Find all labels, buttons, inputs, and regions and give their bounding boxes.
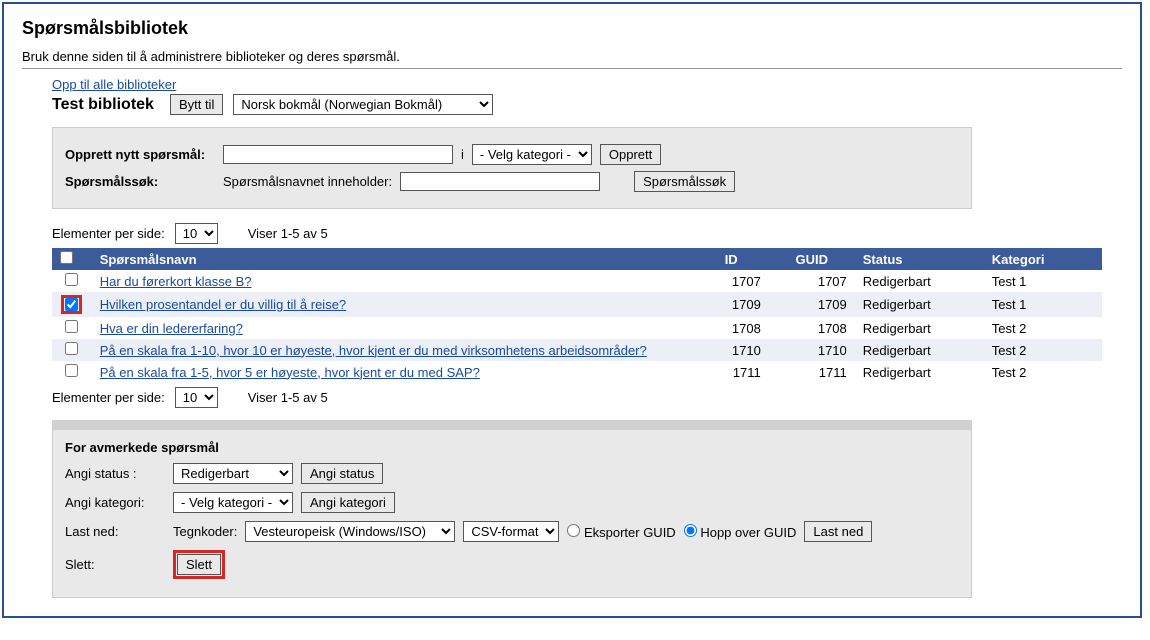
question-link[interactable]: Hva er din ledererfaring?	[100, 321, 243, 336]
row-status: Redigerbart	[855, 339, 984, 361]
language-select[interactable]: Norsk bokmål (Norwegian Bokmål)	[233, 94, 493, 115]
row-category: Test 1	[984, 292, 1102, 317]
page-subtitle: Bruk denne siden til å administrere bibl…	[22, 49, 1122, 64]
table-row: Har du førerkort klasse B?17071707Redige…	[52, 270, 1102, 292]
search-button[interactable]: Spørsmålssøk	[634, 171, 735, 192]
header-guid: GUID	[769, 248, 855, 270]
row-guid: 1709	[769, 292, 855, 317]
showing-bottom: Viser 1-5 av 5	[248, 390, 328, 405]
encoding-label: Tegnkoder:	[173, 524, 237, 539]
export-guid-option[interactable]: Eksporter GUID	[567, 524, 675, 540]
create-label: Opprett nytt spørsmål:	[65, 147, 215, 162]
row-id: 1711	[694, 361, 769, 383]
set-category-button[interactable]: Angi kategori	[301, 492, 395, 513]
row-category: Test 2	[984, 361, 1102, 383]
status-row-label: Angi status :	[65, 466, 165, 481]
format-select[interactable]: CSV-format	[463, 521, 559, 542]
row-guid: 1708	[769, 317, 855, 339]
per-page-label-top: Elementer per side:	[52, 226, 165, 241]
bulk-actions-header: For avmerkede spørsmål	[65, 440, 959, 455]
questions-table: Spørsmålsnavn ID GUID Status Kategori Ha…	[52, 248, 1102, 383]
export-guid-radio[interactable]	[567, 524, 580, 537]
row-category: Test 2	[984, 317, 1102, 339]
per-page-select-bottom[interactable]: 10	[175, 387, 218, 408]
row-category: Test 2	[984, 339, 1102, 361]
row-id: 1708	[694, 317, 769, 339]
row-id: 1709	[694, 292, 769, 317]
up-to-libraries-link[interactable]: Opp til alle biblioteker	[52, 77, 176, 92]
question-link[interactable]: Har du førerkort klasse B?	[100, 274, 252, 289]
set-status-button[interactable]: Angi status	[301, 463, 383, 484]
download-button[interactable]: Last ned	[804, 521, 872, 542]
row-status: Redigerbart	[855, 361, 984, 383]
switch-language-button[interactable]: Bytt til	[170, 94, 223, 115]
download-row-label: Last ned:	[65, 524, 165, 539]
row-guid: 1711	[769, 361, 855, 383]
search-contains-label: Spørsmålsnavnet inneholder:	[223, 174, 392, 189]
question-link[interactable]: På en skala fra 1-5, hvor 5 er høyeste, …	[100, 365, 480, 380]
search-input[interactable]	[400, 172, 600, 191]
skip-guid-option[interactable]: Hopp over GUID	[684, 524, 797, 540]
row-status: Redigerbart	[855, 270, 984, 292]
page-title: Spørsmålsbibliotek	[22, 18, 1122, 39]
skip-guid-label: Hopp over GUID	[700, 525, 796, 540]
delete-button[interactable]: Slett	[177, 554, 221, 575]
row-status: Redigerbart	[855, 292, 984, 317]
select-all-checkbox[interactable]	[60, 251, 73, 264]
category-select[interactable]: - Velg kategori -	[173, 492, 293, 513]
category-row-label: Angi kategori:	[65, 495, 165, 510]
per-page-label-bottom: Elementer per side:	[52, 390, 165, 405]
skip-guid-radio[interactable]	[684, 524, 697, 537]
row-guid: 1707	[769, 270, 855, 292]
header-name: Spørsmålsnavn	[92, 248, 694, 270]
row-guid: 1710	[769, 339, 855, 361]
search-label: Spørsmålssøk:	[65, 174, 215, 189]
row-status: Redigerbart	[855, 317, 984, 339]
export-guid-label: Eksporter GUID	[584, 525, 676, 540]
showing-top: Viser 1-5 av 5	[248, 226, 328, 241]
table-row: På en skala fra 1-5, hvor 5 er høyeste, …	[52, 361, 1102, 383]
bulk-actions-panel: For avmerkede spørsmål Angi status : Red…	[52, 420, 972, 598]
per-page-select-top[interactable]: 10	[175, 223, 218, 244]
row-checkbox[interactable]	[65, 320, 78, 333]
header-id: ID	[694, 248, 769, 270]
row-id: 1707	[694, 270, 769, 292]
table-row: På en skala fra 1-10, hvor 10 er høyeste…	[52, 339, 1102, 361]
row-checkbox[interactable]	[65, 342, 78, 355]
row-category: Test 1	[984, 270, 1102, 292]
create-button[interactable]: Opprett	[600, 144, 661, 165]
delete-row-label: Slett:	[65, 557, 165, 572]
question-link[interactable]: Hvilken prosentandel er du villig til å …	[100, 297, 346, 312]
library-name: Test bibliotek	[52, 96, 154, 114]
create-category-select[interactable]: - Velg kategori -	[472, 144, 592, 165]
create-in-label: i	[461, 147, 464, 162]
row-id: 1710	[694, 339, 769, 361]
table-row: Hvilken prosentandel er du villig til å …	[52, 292, 1102, 317]
create-question-input[interactable]	[223, 145, 453, 164]
header-category: Kategori	[984, 248, 1102, 270]
table-row: Hva er din ledererfaring?17081708Rediger…	[52, 317, 1102, 339]
header-status: Status	[855, 248, 984, 270]
encoding-select[interactable]: Vesteuropeisk (Windows/ISO)	[245, 521, 455, 542]
delete-highlight-box: Slett	[173, 550, 225, 579]
row-checkbox[interactable]	[65, 273, 78, 286]
status-select[interactable]: Redigerbart	[173, 463, 293, 484]
checkbox-highlight-box	[61, 295, 82, 314]
create-search-panel: Opprett nytt spørsmål: i - Velg kategori…	[52, 127, 972, 209]
row-checkbox[interactable]	[65, 364, 78, 377]
question-link[interactable]: På en skala fra 1-10, hvor 10 er høyeste…	[100, 343, 647, 358]
divider	[22, 68, 1122, 69]
row-checkbox[interactable]	[65, 298, 78, 311]
